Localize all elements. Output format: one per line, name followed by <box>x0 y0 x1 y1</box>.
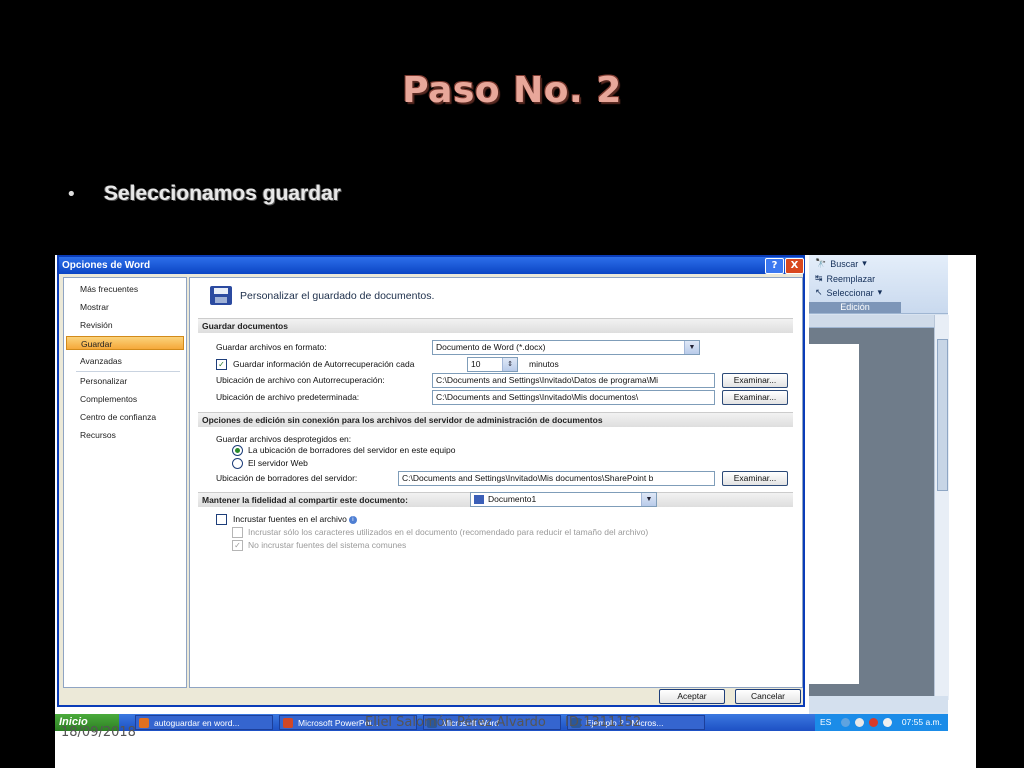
footer-date: 18/09/2018 <box>61 725 136 740</box>
screenshot: 🔭 Buscar ▾ ↹ Reemplazar ↖ Seleccionar ▾ Ed… <box>55 255 976 768</box>
chevron-down-icon: ▼ <box>684 341 699 354</box>
document-icon <box>474 495 484 505</box>
save-checkedout-label: Guardar archivos desprotegidos en: <box>216 434 352 444</box>
embed-used-chars-checkbox[interactable] <box>232 527 243 538</box>
fidelity-label: Mantener la fidelidad al compartir este … <box>202 495 408 505</box>
radio-local-drafts-label: La ubicación de borradores del servidor … <box>248 445 456 455</box>
content-header: Personalizar el guardado de documentos. <box>210 286 434 305</box>
word-options-dialog: Opciones de Word ? X Más frecuentes Most… <box>57 255 805 707</box>
network-icon[interactable] <box>841 718 850 727</box>
floppy-save-icon <box>210 286 232 305</box>
dialog-titlebar: Opciones de Word <box>59 257 803 274</box>
zoom-slider[interactable] <box>809 696 948 712</box>
select-label: Seleccionar <box>826 287 874 298</box>
slide-title: Paso No. 2 <box>402 70 622 111</box>
drafts-path-input[interactable]: C:\Documents and Settings\Invitado\Mis d… <box>398 471 715 486</box>
nav-item-mas-frecuentes[interactable]: Más frecuentes <box>66 282 184 296</box>
find-button[interactable]: 🔭 Buscar ▾ <box>815 258 867 269</box>
cancel-button[interactable]: Cancelar <box>735 689 801 704</box>
find-label: Buscar <box>830 258 859 269</box>
security-icon[interactable] <box>869 718 878 727</box>
spinner-icon[interactable]: ⇕ <box>502 358 517 371</box>
no-common-fonts-checkbox[interactable]: ✓ <box>232 540 243 551</box>
info-icon: i <box>348 515 357 524</box>
powerpoint-icon <box>283 718 293 728</box>
select-button[interactable]: ↖ Seleccionar ▾ <box>815 287 882 298</box>
options-nav: Más frecuentes Mostrar Revisión Guardar … <box>63 277 187 688</box>
format-value: Documento de Word (*.docx) <box>436 342 546 352</box>
nav-item-avanzadas[interactable]: Avanzadas <box>66 354 184 368</box>
replace-label: Reemplazar <box>826 273 876 284</box>
default-path-input[interactable]: C:\Documents and Settings\Invitado\Mis d… <box>432 390 715 405</box>
ruler <box>809 315 934 328</box>
nav-divider <box>76 371 180 372</box>
browse-default-button[interactable]: Examinar... <box>722 390 788 405</box>
format-label: Guardar archivos en formato: <box>216 342 327 352</box>
vertical-scrollbar[interactable] <box>934 315 949 700</box>
embed-fonts-checkbox[interactable] <box>216 514 227 525</box>
autorecover-minutes-input[interactable]: 10 ⇕ <box>467 357 518 372</box>
footer-id: ID:1311152 <box>565 715 642 730</box>
autorecover-checkbox[interactable]: ✓ <box>216 359 227 370</box>
volume-icon[interactable] <box>883 718 892 727</box>
replace-icon: ↹ <box>815 273 823 283</box>
default-path-label: Ubicación de archivo predeterminada: <box>216 392 360 402</box>
minutes-label: minutos <box>529 359 559 369</box>
replace-button[interactable]: ↹ Reemplazar <box>815 273 875 284</box>
nav-item-mostrar[interactable]: Mostrar <box>66 300 184 314</box>
scroll-thumb[interactable] <box>937 339 948 491</box>
drafts-path-label: Ubicación de borradores del servidor: <box>216 473 358 483</box>
ok-button[interactable]: Aceptar <box>659 689 725 704</box>
nav-item-guardar[interactable]: Guardar <box>66 336 184 350</box>
nav-item-recursos[interactable]: Recursos <box>66 428 184 442</box>
autorecover-minutes-value: 10 <box>471 359 481 369</box>
radio-web-server[interactable] <box>232 458 243 469</box>
help-icon[interactable] <box>855 718 864 727</box>
radio-web-server-label: El servidor Web <box>248 458 308 468</box>
no-common-fonts-label: No incrustar fuentes del sistema comunes <box>248 540 407 550</box>
task-firefox-label: autoguardar en word... <box>154 718 240 728</box>
browse-autorecover-button[interactable]: Examinar... <box>722 373 788 388</box>
edit-group-label: Edición <box>809 302 901 313</box>
options-content: Personalizar el guardado de documentos. … <box>189 277 803 688</box>
browse-drafts-button[interactable]: Examinar... <box>722 471 788 486</box>
cursor-icon: ↖ <box>815 287 823 297</box>
language-indicator[interactable]: ES <box>820 714 831 731</box>
close-button[interactable]: X <box>785 258 804 274</box>
chevron-down-icon: ▼ <box>641 493 656 506</box>
document-area <box>809 328 934 700</box>
embed-fonts-text: Incrustar fuentes en el archivo <box>233 514 347 524</box>
nav-item-complementos[interactable]: Complementos <box>66 392 184 406</box>
word-window: 🔭 Buscar ▾ ↹ Reemplazar ↖ Seleccionar ▾ Ed… <box>809 255 949 715</box>
fidelity-document-select[interactable]: Documento1 ▼ <box>470 492 657 507</box>
autorecover-label: Guardar información de Autorrecuperación… <box>233 359 415 369</box>
clock: 07:55 a.m. <box>901 717 942 727</box>
dialog-title: Opciones de Word <box>62 260 151 271</box>
content-header-text: Personalizar el guardado de documentos. <box>240 289 435 302</box>
binoculars-icon: 🔭 <box>815 258 827 268</box>
fidelity-document-value: Documento1 <box>488 494 537 504</box>
document-page[interactable] <box>809 344 859 684</box>
embed-fonts-label: Incrustar fuentes en el archivo i <box>233 514 357 524</box>
autorecover-path-label: Ubicación de archivo con Autorrecuperaci… <box>216 375 385 385</box>
footer-author: Eliel Salomón Pérez Alvardo <box>365 715 546 730</box>
section-guardar-documentos: Guardar documentos <box>198 318 793 333</box>
nav-item-centro-confianza[interactable]: Centro de confianza <box>66 410 184 424</box>
format-select[interactable]: Documento de Word (*.docx) ▼ <box>432 340 700 355</box>
firefox-icon <box>139 718 149 728</box>
nav-item-personalizar[interactable]: Personalizar <box>66 374 184 388</box>
nav-item-revision[interactable]: Revisión <box>66 318 184 332</box>
system-tray: ES 07:55 a.m. <box>815 714 948 731</box>
help-button[interactable]: ? <box>765 258 784 274</box>
bullet-text: Seleccionamos guardar <box>104 182 341 205</box>
radio-local-drafts[interactable] <box>232 445 243 456</box>
ribbon-edit-group: 🔭 Buscar ▾ ↹ Reemplazar ↖ Seleccionar ▾ Ed… <box>809 255 948 314</box>
bullet-item: • Seleccionamos guardar <box>66 182 341 206</box>
autorecover-path-input[interactable]: C:\Documents and Settings\Invitado\Datos… <box>432 373 715 388</box>
embed-used-chars-label: Incrustar sólo los caracteres utilizados… <box>248 527 649 537</box>
section-offline-editing: Opciones de edición sin conexión para lo… <box>198 412 793 427</box>
task-firefox[interactable]: autoguardar en word... <box>135 715 273 730</box>
bullet-dot: • <box>66 183 77 205</box>
